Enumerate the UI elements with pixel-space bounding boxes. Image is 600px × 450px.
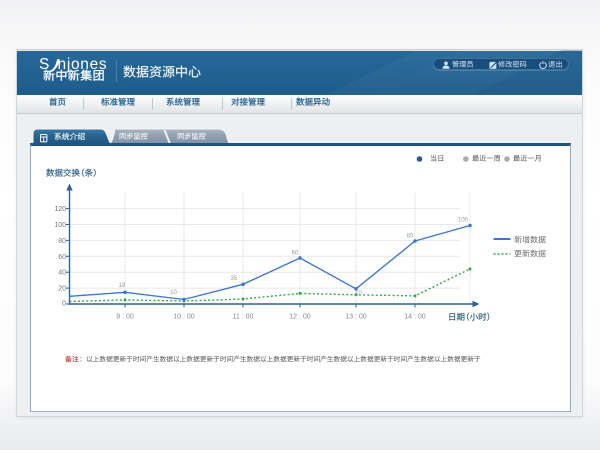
svg-text:10: 10: [355, 291, 362, 297]
svg-text:14 : 00: 14 : 00: [404, 313, 426, 320]
svg-text:10 : 00: 10 : 00: [173, 313, 195, 320]
svg-text:11 : 00: 11 : 00: [233, 313, 254, 320]
svg-text:10: 10: [170, 290, 177, 296]
svg-text:60: 60: [292, 251, 299, 257]
svg-text:18: 18: [119, 283, 126, 289]
svg-text:80: 80: [407, 234, 414, 240]
svg-text:35: 35: [231, 276, 238, 282]
svg-text:20: 20: [58, 286, 66, 293]
svg-text:100: 100: [54, 222, 66, 229]
svg-text:0: 0: [62, 301, 66, 308]
svg-text:12 : 00: 12 : 00: [289, 313, 311, 320]
svg-text:120: 120: [54, 206, 66, 213]
svg-text:13 : 00: 13 : 00: [345, 313, 367, 320]
svg-text:100: 100: [458, 218, 469, 224]
svg-text:9 : 00: 9 : 00: [116, 313, 134, 320]
svg-text:80: 80: [58, 238, 66, 245]
svg-text:60: 60: [58, 254, 66, 261]
svg-text:40: 40: [58, 270, 66, 277]
